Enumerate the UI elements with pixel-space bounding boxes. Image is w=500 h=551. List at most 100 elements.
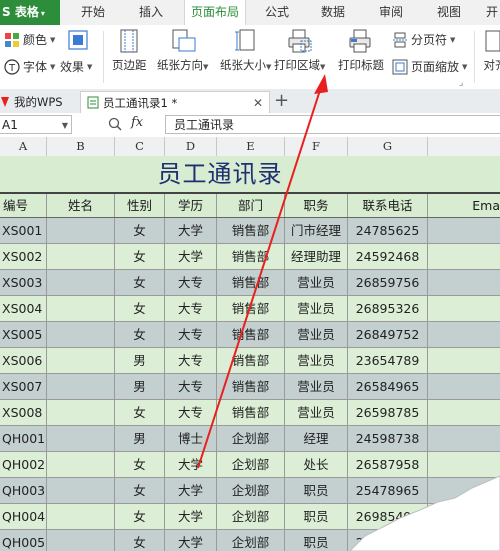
table-cell[interactable]: 处长: [285, 452, 348, 477]
table-cell[interactable]: QH004: [0, 504, 47, 529]
header-cell[interactable]: 职务: [285, 194, 348, 217]
table-cell[interactable]: [47, 218, 115, 243]
orientation-button[interactable]: 纸张方向▼: [157, 29, 208, 89]
table-cell[interactable]: 大学: [165, 452, 217, 477]
column-header-e[interactable]: E: [217, 137, 285, 156]
tab-view[interactable]: 视图: [428, 0, 470, 25]
header-cell[interactable]: 姓名: [47, 194, 115, 217]
table-cell[interactable]: [428, 348, 500, 373]
column-header-f[interactable]: F: [285, 137, 348, 156]
table-cell[interactable]: 大专: [165, 348, 217, 373]
tab-developer[interactable]: 开: [484, 0, 500, 25]
align-button[interactable]: 对齐: [480, 29, 500, 89]
margins-button[interactable]: 页边距: [112, 29, 147, 89]
close-icon[interactable]: ✕: [253, 92, 263, 114]
table-cell[interactable]: 26584965: [348, 374, 428, 399]
table-cell[interactable]: 企划部: [217, 530, 285, 551]
table-cell[interactable]: 大学: [165, 218, 217, 243]
table-cell[interactable]: 女: [115, 504, 165, 529]
table-cell[interactable]: 26598785: [348, 400, 428, 425]
table-cell[interactable]: 大学: [165, 504, 217, 529]
table-cell[interactable]: XS003: [0, 270, 47, 295]
table-cell[interactable]: 职员: [285, 504, 348, 529]
table-row[interactable]: XS004 女大专 销售部 营业员 26895326: [0, 296, 500, 322]
table-cell[interactable]: 营业员: [285, 296, 348, 321]
column-header-c[interactable]: C: [115, 137, 165, 156]
table-cell[interactable]: 24785625: [348, 218, 428, 243]
table-cell[interactable]: 营业员: [285, 400, 348, 425]
table-cell[interactable]: XS005: [0, 322, 47, 347]
table-row[interactable]: QH002 女大学 企划部 处长 26587958: [0, 452, 500, 478]
column-header-h[interactable]: [428, 137, 500, 156]
table-cell[interactable]: [428, 478, 500, 503]
table-cell[interactable]: 26358963: [348, 530, 428, 551]
table-row[interactable]: XS007 男大专 销售部 营业员 26584965: [0, 374, 500, 400]
table-cell[interactable]: 女: [115, 270, 165, 295]
table-cell[interactable]: XS007: [0, 374, 47, 399]
table-cell[interactable]: 26985496: [348, 504, 428, 529]
table-row[interactable]: QH004 女大学 企划部 职员 26985496: [0, 504, 500, 530]
table-cell[interactable]: 大学: [165, 244, 217, 269]
dialog-launcher-icon[interactable]: ⌟: [459, 78, 463, 88]
table-cell[interactable]: QH002: [0, 452, 47, 477]
tab-page-layout[interactable]: 页面布局: [184, 0, 246, 27]
insert-function-button[interactable]: fx: [131, 115, 143, 130]
table-row[interactable]: XS006 男大专 销售部 营业员 23654789: [0, 348, 500, 374]
page-zoom-button[interactable]: 页面缩放 ▼: [392, 57, 467, 77]
table-cell[interactable]: 大专: [165, 322, 217, 347]
theme-button[interactable]: [68, 30, 88, 50]
header-cell[interactable]: 部门: [217, 194, 285, 217]
table-cell[interactable]: 26849752: [348, 322, 428, 347]
table-cell[interactable]: 26587958: [348, 452, 428, 477]
table-cell[interactable]: 营业员: [285, 322, 348, 347]
table-cell[interactable]: XS004: [0, 296, 47, 321]
table-row[interactable]: QH003 女大学 企划部 职员 25478965: [0, 478, 500, 504]
fonts-button[interactable]: T 字体 ▼: [4, 57, 55, 77]
tab-formulas[interactable]: 公式: [256, 0, 298, 25]
table-cell[interactable]: 女: [115, 478, 165, 503]
table-cell[interactable]: [47, 452, 115, 477]
table-cell[interactable]: [47, 296, 115, 321]
colors-button[interactable]: 颜色 ▼: [4, 30, 55, 50]
table-cell[interactable]: 经理助理: [285, 244, 348, 269]
table-cell[interactable]: 24592468: [348, 244, 428, 269]
table-cell[interactable]: [428, 426, 500, 451]
tab-review[interactable]: 审阅: [370, 0, 412, 25]
table-cell[interactable]: [428, 504, 500, 529]
table-cell[interactable]: 女: [115, 244, 165, 269]
header-cell[interactable]: 学历: [165, 194, 217, 217]
table-cell[interactable]: 销售部: [217, 322, 285, 347]
print-area-button[interactable]: 打印区域▼: [274, 29, 325, 89]
table-cell[interactable]: [428, 270, 500, 295]
table-cell[interactable]: 23654789: [348, 348, 428, 373]
column-header-g[interactable]: G: [348, 137, 428, 156]
table-cell[interactable]: 企划部: [217, 504, 285, 529]
name-box[interactable]: A1 ▼: [0, 115, 72, 134]
table-row[interactable]: XS005 女大专 销售部 营业员 26849752: [0, 322, 500, 348]
table-cell[interactable]: 26895326: [348, 296, 428, 321]
table-cell[interactable]: 24598738: [348, 426, 428, 451]
table-cell[interactable]: [428, 530, 500, 551]
table-row[interactable]: XS003 女大专 销售部 营业员 26859756: [0, 270, 500, 296]
table-cell[interactable]: [47, 504, 115, 529]
table-cell[interactable]: [47, 374, 115, 399]
table-cell[interactable]: XS002: [0, 244, 47, 269]
table-cell[interactable]: 女: [115, 218, 165, 243]
table-cell[interactable]: 职员: [285, 530, 348, 551]
table-cell[interactable]: 门市经理: [285, 218, 348, 243]
formula-input[interactable]: 员工通讯录: [165, 115, 500, 134]
tab-home[interactable]: 开始: [72, 0, 114, 25]
table-cell[interactable]: 女: [115, 296, 165, 321]
paper-size-button[interactable]: 纸张大小▼: [220, 29, 271, 89]
table-cell[interactable]: 营业员: [285, 270, 348, 295]
table-cell[interactable]: 销售部: [217, 296, 285, 321]
doc-tab-my-wps[interactable]: 我的WPS: [0, 91, 63, 113]
table-cell[interactable]: [428, 400, 500, 425]
spreadsheet-grid[interactable]: 员工通讯录 编号 姓名 性别 学历 部门 职务 联系电话 Ema XS001 女大…: [0, 156, 500, 551]
title-row[interactable]: 员工通讯录: [0, 156, 500, 194]
table-row[interactable]: XS008 女大专 销售部 营业员 26598785: [0, 400, 500, 426]
table-cell[interactable]: 大专: [165, 296, 217, 321]
table-cell[interactable]: 大学: [165, 530, 217, 551]
table-cell[interactable]: 经理: [285, 426, 348, 451]
table-cell[interactable]: XS006: [0, 348, 47, 373]
